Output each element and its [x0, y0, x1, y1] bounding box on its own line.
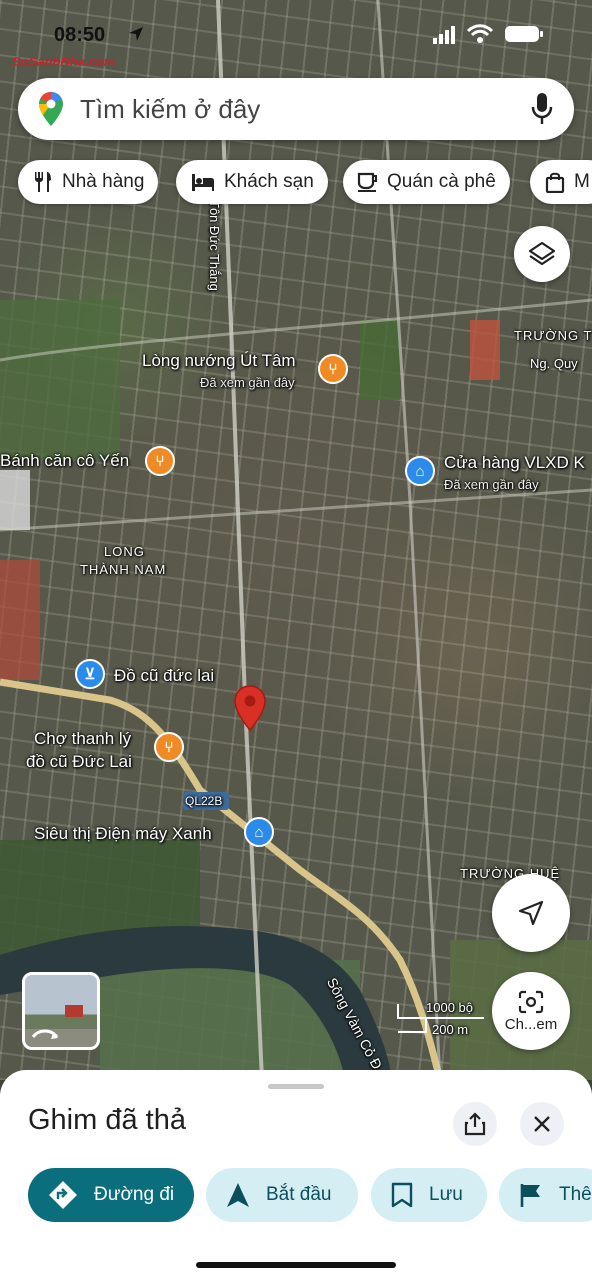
place-bottom-sheet[interactable]: Ghim đã thả Đường đi Bắt đầu Lưu Thê — [0, 1070, 592, 1280]
save-button[interactable]: Lưu — [371, 1168, 487, 1222]
add-label-button[interactable]: Thê — [499, 1168, 592, 1222]
layers-button[interactable] — [514, 226, 570, 282]
scale-feet: 1000 bộ — [426, 1000, 473, 1015]
store-pin-icon[interactable]: ⌂ — [244, 817, 274, 847]
layers-icon — [528, 241, 556, 266]
map-scale: 1000 bộ 200 m — [396, 998, 486, 1045]
area-label-thanh-nam: THÀNH NAM — [80, 562, 167, 577]
start-button[interactable]: Bắt đầu — [206, 1168, 358, 1222]
restaurant-pin-icon[interactable]: ⑂ — [318, 354, 348, 384]
share-button[interactable] — [453, 1102, 497, 1146]
wifi-icon — [466, 24, 494, 43]
google-maps-logo-icon — [39, 92, 63, 126]
chip-label: Quán cà phê — [387, 171, 496, 192]
poi-label-banh-can[interactable]: Bánh căn cô Yến — [0, 451, 129, 471]
navigation-arrow-icon — [227, 1183, 249, 1207]
directions-label: Đường đi — [94, 1184, 175, 1205]
signal-icon — [433, 26, 455, 44]
shopping-cart-pin-icon[interactable]: ⊻ — [75, 659, 105, 689]
location-arrow-icon — [129, 27, 143, 41]
home-indicator[interactable] — [196, 1262, 396, 1268]
poi-label-long-nuong[interactable]: Lòng nướng Út Tâm — [142, 351, 296, 371]
chip-hotels[interactable]: Khách sạn — [176, 160, 328, 204]
my-location-button[interactable] — [492, 874, 570, 952]
sheet-drag-handle[interactable] — [268, 1084, 324, 1089]
watermark: SoSanhNha.com — [12, 54, 116, 69]
status-bar: 08:50 SoSanhNha.com — [0, 0, 592, 69]
restaurant-pin-icon[interactable]: ⑂ — [154, 732, 184, 762]
area-label-truong-t: TRƯỜNG T — [514, 328, 592, 343]
directions-icon — [49, 1181, 77, 1209]
chip-coffee[interactable]: Quán cà phê — [343, 160, 510, 204]
microphone-icon[interactable] — [530, 92, 554, 126]
area-label-ng-quy: Ng. Quy — [530, 356, 578, 371]
scale-meters: 200 m — [432, 1022, 469, 1037]
search-bar[interactable]: Tìm kiếm ở đây — [18, 78, 574, 140]
camera-icon — [518, 990, 544, 1013]
coffee-cup-icon — [357, 172, 377, 192]
start-label: Bắt đầu — [266, 1184, 332, 1205]
bookmark-icon — [391, 1182, 413, 1208]
flag-icon — [520, 1184, 540, 1207]
restaurant-pin-icon[interactable]: ⑂ — [145, 446, 175, 476]
save-label: Lưu — [429, 1184, 463, 1205]
share-icon — [464, 1112, 486, 1136]
poi-label-do-cu[interactable]: Đồ cũ đức lai — [114, 666, 214, 686]
add-label-label: Thê — [559, 1184, 592, 1205]
camera-search-button[interactable]: Ch...em — [492, 972, 570, 1050]
close-button[interactable] — [520, 1102, 564, 1146]
battery-icon — [505, 26, 543, 42]
street-label-ton-duc-thang: Tôn Đức Thắng — [207, 200, 222, 291]
navigation-arrow-icon — [518, 900, 544, 926]
chip-label: Nhà hàng — [62, 171, 145, 192]
shopping-bag-icon — [545, 172, 565, 193]
poi-label-cua-hang[interactable]: Cửa hàng VLXD K — [444, 453, 585, 473]
directions-button[interactable]: Đường đi — [28, 1168, 194, 1222]
poi-sub-cho-thanh-ly: đồ cũ Đức Lai — [26, 752, 132, 771]
poi-label-dien-may-xanh[interactable]: Siêu thị Điện máy Xanh — [34, 824, 212, 844]
close-icon — [534, 1116, 550, 1132]
camera-search-label: Ch...em — [504, 1015, 558, 1033]
poi-label-cho-thanh-ly[interactable]: Chợ thanh lý — [34, 729, 131, 749]
poi-sub-long-nuong: Đã xem gần đây — [200, 375, 295, 390]
status-time: 08:50 — [54, 24, 106, 46]
poi-sub-cua-hang: Đã xem gần đây — [444, 477, 539, 492]
highway-label: QL22B — [185, 794, 223, 808]
area-label-long: LONG — [104, 544, 145, 559]
dropped-pin-icon[interactable] — [232, 684, 268, 734]
street-view-thumbnail[interactable] — [22, 972, 100, 1050]
chip-label: M — [574, 171, 590, 192]
chip-restaurants[interactable]: Nhà hàng — [18, 160, 159, 204]
fork-knife-icon — [35, 172, 51, 192]
bed-icon — [192, 174, 214, 191]
store-pin-icon[interactable]: ⌂ — [405, 456, 435, 486]
chip-shopping[interactable]: M — [530, 160, 592, 204]
street-view-rotate-icon — [31, 1005, 83, 1039]
chip-label: Khách sạn — [224, 171, 314, 192]
sheet-title: Ghim đã thả — [28, 1104, 186, 1136]
search-input[interactable]: Tìm kiếm ở đây — [80, 94, 260, 125]
